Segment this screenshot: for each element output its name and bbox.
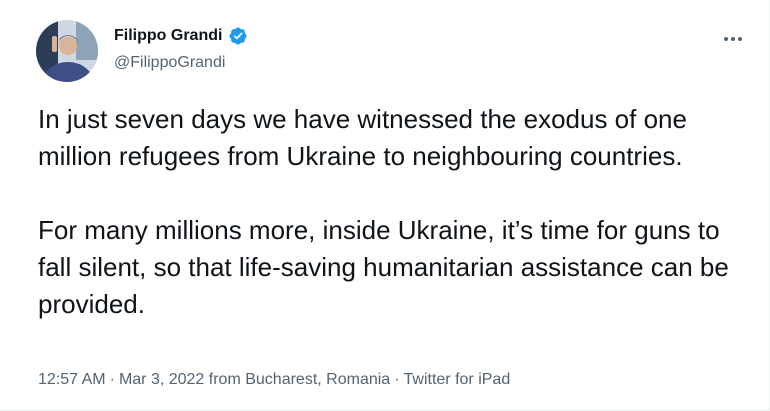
tweet-paragraph: For many millions more, inside Ukraine, … [38, 215, 729, 319]
tweet-date: Mar 3, 2022 [118, 371, 205, 388]
tweet-location-link[interactable]: from Bucharest, Romania [209, 371, 390, 388]
tweet-meta: 12:57 AM · Mar 3, 2022 from Bucharest, Rom… [38, 371, 510, 389]
avatar-image [36, 20, 98, 82]
author-display-name[interactable]: Filippo Grandi [114, 27, 222, 45]
tweet-paragraph: In just seven days we have witnessed the… [38, 104, 687, 171]
tweet-timestamp-link[interactable]: 12:57 AM · Mar 3, 2022 [38, 371, 204, 388]
verified-badge-icon [228, 26, 248, 46]
tweet-text: In just seven days we have witnessed the… [38, 101, 738, 323]
meta-separator: · [109, 371, 115, 388]
tweet-time: 12:57 AM [38, 371, 106, 388]
meta-separator: · [394, 371, 400, 388]
author-handle[interactable]: @FilippoGrandi [114, 54, 225, 72]
avatar[interactable] [36, 20, 98, 82]
more-horizontal-icon [723, 36, 743, 42]
tweet-source-link[interactable]: Twitter for iPad [404, 371, 511, 388]
more-options-button[interactable] [718, 24, 748, 54]
author-name-row: Filippo Grandi [114, 26, 248, 46]
tweet-card: Filippo Grandi @FilippoGrandi In just se… [0, 0, 770, 411]
